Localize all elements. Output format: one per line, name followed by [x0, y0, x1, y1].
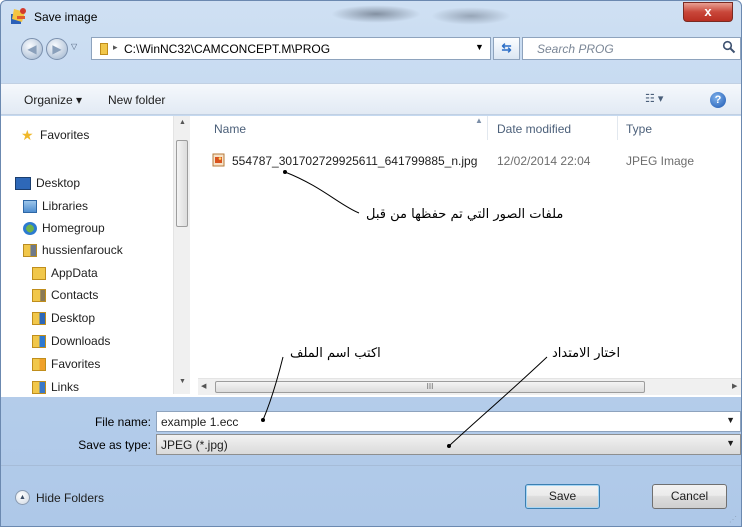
address-bar[interactable]: ▸ C:\WinNC32\CAMCONCEPT.M\PROG ▼ — [91, 37, 491, 60]
file-name-field[interactable]: example 1.ecc ▼ — [156, 411, 741, 432]
recent-pages-dropdown-icon[interactable]: ▽ — [71, 42, 77, 51]
annotation-choose-extension: اختار الامتداد — [552, 346, 621, 361]
folder-icon — [32, 266, 46, 280]
column-header-date[interactable]: Date modified — [497, 122, 571, 136]
navigation-pane: ★ Favorites Desktop Libraries Homegroup … — [1, 116, 191, 397]
column-header-name[interactable]: Name — [214, 122, 246, 136]
file-type: JPEG Image — [626, 154, 695, 168]
blurred-region — [331, 5, 421, 23]
scroll-thumb[interactable] — [176, 140, 188, 227]
jpeg-file-icon — [212, 153, 225, 167]
app-icon — [11, 8, 26, 24]
nav-item-label: Libraries — [42, 199, 89, 213]
save-image-dialog: Save image x ◀ ▶ ▽ ▸ C:\WinNC32\CAMCONCE… — [0, 0, 742, 527]
nav-item-favorites[interactable]: ★ Favorites — [21, 126, 90, 143]
back-button[interactable]: ◀ — [21, 38, 43, 60]
star-icon: ★ — [21, 126, 34, 143]
new-folder-button[interactable]: New folder — [108, 93, 165, 107]
file-name-label: File name: — [94, 415, 151, 429]
nav-item-label: Favorites — [40, 128, 90, 142]
hide-folders-button[interactable]: ▲ Hide Folders — [15, 490, 104, 505]
window-title: Save image — [34, 10, 98, 24]
column-separator[interactable] — [487, 116, 488, 140]
scroll-right-icon[interactable]: ▶ — [732, 382, 737, 390]
libraries-icon — [23, 199, 37, 213]
annotation-write-filename: اكتب اسم الملف — [290, 346, 381, 361]
nav-item-label: Favorites — [51, 357, 101, 371]
search-input[interactable]: Search PROG — [522, 37, 741, 60]
refresh-button[interactable]: ⇆ — [493, 37, 520, 60]
address-path: C:\WinNC32\CAMCONCEPT.M\PROG — [124, 42, 331, 56]
search-icon[interactable] — [722, 40, 736, 54]
nav-item-label: AppData — [51, 266, 98, 280]
favorites-folder-icon — [32, 357, 46, 371]
save-type-label: Save as type: — [78, 438, 151, 452]
nav-item-contacts[interactable]: Contacts — [32, 288, 98, 302]
scroll-up-icon[interactable]: ▲ — [179, 119, 186, 126]
homegroup-icon — [23, 221, 37, 235]
nav-item-favorites-folder[interactable]: Favorites — [32, 357, 100, 371]
nav-item-desktop[interactable]: Desktop — [15, 176, 80, 190]
organize-menu[interactable]: Organize ▾ — [24, 93, 82, 107]
desktop-icon — [15, 176, 31, 190]
divider — [1, 465, 741, 466]
user-folder-icon — [23, 243, 37, 257]
scroll-left-icon[interactable]: ◀ — [201, 382, 206, 390]
file-row[interactable]: 554787_301702729925611_641799885_n.jpg 1… — [212, 152, 732, 170]
nav-item-label: Downloads — [51, 334, 111, 348]
save-button[interactable]: Save — [525, 484, 600, 509]
resize-grip-icon[interactable]: ⋰ — [729, 515, 737, 524]
blurred-region — [431, 7, 511, 25]
nav-item-label: Desktop — [36, 176, 81, 190]
nav-item-label: hussienfarouck — [42, 243, 123, 257]
refresh-icon: ⇆ — [501, 41, 512, 55]
chevron-down-icon[interactable]: ▼ — [475, 42, 484, 52]
nav-item-label: Contacts — [51, 288, 99, 302]
scroll-thumb[interactable]: III — [215, 381, 645, 393]
forward-button[interactable]: ▶ — [46, 38, 68, 60]
folder-icon — [100, 43, 108, 55]
view-options-button[interactable]: ☷ ▾ — [645, 92, 663, 105]
column-separator[interactable] — [617, 116, 618, 140]
nav-item-label: Desktop — [51, 311, 96, 325]
desktop-folder-icon — [32, 311, 46, 325]
hide-folders-label: Hide Folders — [36, 490, 105, 505]
chevron-right-icon[interactable]: ▸ — [113, 42, 118, 53]
nav-item-homegroup[interactable]: Homegroup — [23, 221, 105, 235]
file-horizontal-scrollbar[interactable]: ◀ III ▶ — [198, 378, 741, 395]
chevron-down-icon[interactable]: ▼ — [726, 438, 735, 448]
nav-item-label: Homegroup — [42, 221, 105, 235]
cancel-button[interactable]: Cancel — [652, 484, 727, 509]
chevron-down-icon[interactable]: ▼ — [726, 415, 735, 425]
chevron-up-icon: ▲ — [15, 490, 30, 505]
nav-item-user[interactable]: hussienfarouck — [23, 243, 123, 257]
title-bar[interactable]: Save image x — [1, 1, 741, 31]
nav-item-appdata[interactable]: AppData — [32, 266, 98, 280]
contacts-folder-icon — [32, 288, 46, 302]
nav-item-links[interactable]: Links — [32, 380, 79, 394]
nav-item-downloads[interactable]: Downloads — [32, 334, 110, 348]
file-name: 554787_301702729925611_641799885_n.jpg — [232, 154, 478, 168]
nav-item-label: Links — [51, 380, 80, 394]
annotation-saved-images: ملفات الصور التي تم حفظها من قبل — [366, 207, 564, 222]
sort-ascending-icon: ▲ — [475, 116, 483, 125]
file-name-value: example 1.ecc — [161, 415, 239, 429]
search-placeholder: Search PROG — [537, 42, 614, 56]
save-type-select[interactable]: JPEG (*.jpg) ▼ — [156, 434, 741, 455]
links-folder-icon — [32, 380, 46, 394]
help-icon[interactable]: ? — [710, 92, 726, 108]
nav-item-desktop-folder[interactable]: Desktop — [32, 311, 95, 325]
close-button[interactable]: x — [683, 2, 733, 22]
save-type-value: JPEG (*.jpg) — [161, 438, 228, 452]
column-header-type[interactable]: Type — [626, 122, 652, 136]
command-toolbar: Organize ▾ New folder ☷ ▾ ? — [1, 83, 741, 115]
nav-item-libraries[interactable]: Libraries — [23, 199, 88, 213]
downloads-folder-icon — [32, 334, 46, 348]
file-list: ▲ Name Date modified Type 554787_3017027… — [192, 116, 741, 397]
file-date-modified: 12/02/2014 22:04 — [497, 154, 591, 168]
scroll-down-icon[interactable]: ▼ — [179, 378, 186, 385]
nav-vertical-scrollbar[interactable]: ▲ ▼ — [173, 116, 190, 394]
